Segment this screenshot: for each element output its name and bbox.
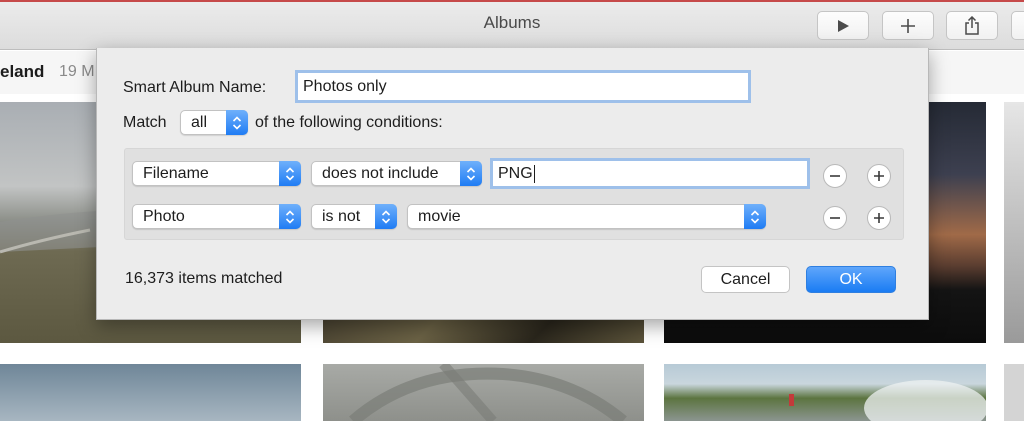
album-name-value: Photos only xyxy=(303,77,387,95)
condition-field-popup[interactable]: Filename xyxy=(132,161,301,186)
window-border xyxy=(0,0,1024,2)
condition-field-value: Photo xyxy=(143,208,185,225)
condition-operator-popup[interactable]: is not xyxy=(311,204,397,229)
plus-icon xyxy=(901,18,915,33)
photo-thumbnail[interactable] xyxy=(0,364,301,421)
add-condition-button[interactable] xyxy=(867,164,891,188)
play-icon xyxy=(838,19,849,32)
photo-thumbnail[interactable] xyxy=(1004,102,1024,343)
match-popup[interactable]: all xyxy=(180,110,248,135)
chevron-updown-icon xyxy=(279,161,301,186)
share-icon xyxy=(965,15,979,35)
geyser-landscape-image xyxy=(789,380,986,421)
condition-field-value: Filename xyxy=(143,165,209,182)
album-title: eland xyxy=(0,62,45,81)
plus-icon xyxy=(874,171,884,181)
chevron-updown-icon xyxy=(226,110,248,135)
photo-thumbnail[interactable] xyxy=(1004,364,1024,421)
remove-condition-button[interactable] xyxy=(823,164,847,188)
tiled-floor-image xyxy=(349,364,627,421)
minus-icon xyxy=(830,217,840,219)
condition-value-text: PNG xyxy=(498,164,533,182)
items-matched-status: 16,373 items matched xyxy=(125,270,283,287)
remove-condition-button[interactable] xyxy=(823,206,847,230)
chevron-updown-icon xyxy=(744,204,766,229)
add-condition-button[interactable] xyxy=(867,206,891,230)
conditions-list: Filename does not include PNG Photo is n… xyxy=(124,148,904,240)
condition-value-field[interactable]: PNG xyxy=(490,158,810,189)
share-button[interactable] xyxy=(946,11,998,40)
play-slideshow-button[interactable] xyxy=(817,11,869,40)
photo-thumbnail[interactable] xyxy=(323,364,644,421)
match-label: Match xyxy=(123,114,167,131)
match-suffix-label: of the following conditions: xyxy=(255,114,443,131)
album-name-label: Smart Album Name: xyxy=(123,79,267,96)
match-value: all xyxy=(191,114,208,131)
minus-icon xyxy=(830,175,840,177)
text-caret xyxy=(533,164,535,183)
chevron-updown-icon xyxy=(375,204,397,229)
album-count: 19 M xyxy=(59,63,95,80)
cancel-button[interactable]: Cancel xyxy=(701,266,790,293)
title-bar: Albums xyxy=(0,0,1024,50)
condition-value-popup[interactable]: movie xyxy=(407,204,766,229)
chevron-updown-icon xyxy=(279,204,301,229)
window-title: Albums xyxy=(483,13,541,32)
photo-thumbnail[interactable] xyxy=(664,364,986,421)
condition-operator-value: is not xyxy=(322,208,361,225)
condition-value-text: movie xyxy=(418,208,461,225)
condition-operator-popup[interactable]: does not include xyxy=(311,161,482,186)
condition-operator-value: does not include xyxy=(322,165,439,182)
ok-button[interactable]: OK xyxy=(806,266,896,293)
smart-album-dialog: Smart Album Name: Photos only Match all … xyxy=(96,48,929,320)
plus-icon xyxy=(874,213,884,223)
add-button[interactable] xyxy=(882,11,934,40)
album-name-field[interactable]: Photos only xyxy=(295,70,751,103)
toolbar-button-partial[interactable] xyxy=(1011,11,1024,40)
condition-field-popup[interactable]: Photo xyxy=(132,204,301,229)
chevron-updown-icon xyxy=(460,161,482,186)
